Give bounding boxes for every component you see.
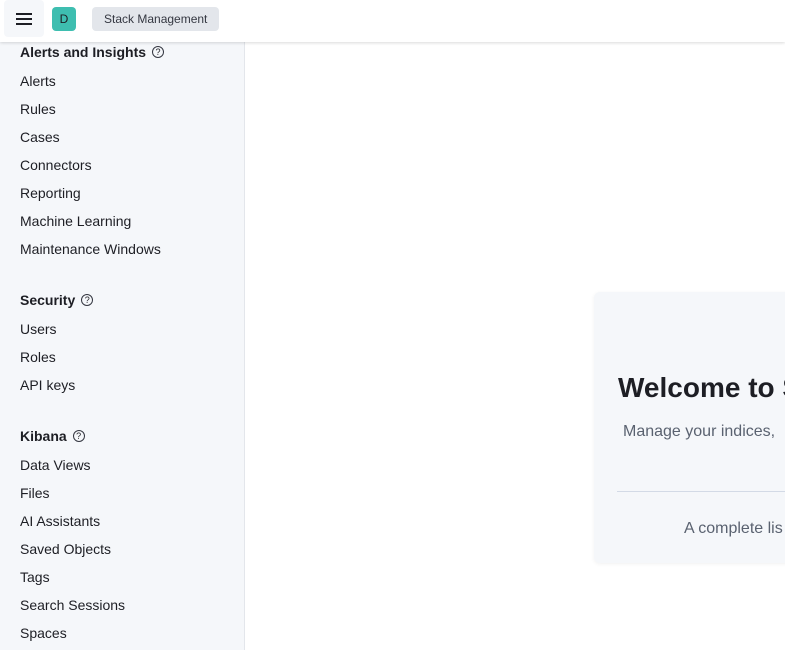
welcome-card: Welcome to S Manage your indices, A comp…: [594, 292, 785, 563]
group-title-alerts-insights: Alerts and Insights?: [20, 44, 165, 60]
sidebar-item-files[interactable]: Files: [20, 485, 50, 501]
sidebar-item-roles[interactable]: Roles: [20, 349, 56, 365]
sidebar-item-data-views[interactable]: Data Views: [20, 457, 91, 473]
space-avatar[interactable]: D: [52, 7, 76, 31]
group-title-security: Security?: [20, 292, 94, 308]
sidebar-item-cases[interactable]: Cases: [20, 129, 60, 145]
welcome-footer-text: A complete lis: [684, 520, 783, 537]
help-icon[interactable]: ?: [152, 46, 165, 58]
sidebar-item-saved-objects[interactable]: Saved Objects: [20, 541, 111, 557]
sidebar-item-alerts[interactable]: Alerts: [20, 73, 56, 89]
sidebar-item-rules[interactable]: Rules: [20, 101, 56, 117]
sidebar-item-maintenance-windows[interactable]: Maintenance Windows: [20, 241, 161, 257]
top-header: D Stack Management: [0, 0, 785, 42]
sidebar-item-users[interactable]: Users: [20, 321, 57, 337]
group-label: Kibana: [20, 428, 67, 444]
group-label: Alerts and Insights: [20, 44, 147, 60]
sidebar-item-tags[interactable]: Tags: [20, 569, 50, 585]
help-icon[interactable]: ?: [72, 430, 85, 442]
sidebar-item-ai-assistants[interactable]: AI Assistants: [20, 513, 100, 529]
welcome-subtitle: Manage your indices,: [623, 423, 776, 440]
menu-toggle-button[interactable]: [4, 0, 44, 37]
sidebar-item-search-sessions[interactable]: Search Sessions: [20, 597, 125, 613]
sidebar-item-reporting[interactable]: Reporting: [20, 185, 81, 201]
help-icon[interactable]: ?: [81, 294, 94, 306]
group-label: Security: [20, 292, 76, 308]
sidebar-item-machine-learning[interactable]: Machine Learning: [20, 213, 131, 229]
sidebar-item-spaces[interactable]: Spaces: [20, 625, 67, 641]
sidebar-item-connectors[interactable]: Connectors: [20, 157, 92, 173]
breadcrumb-stack-management[interactable]: Stack Management: [92, 7, 220, 31]
hamburger-icon: [16, 17, 32, 20]
welcome-title: Welcome to S: [618, 372, 785, 403]
sidebar-item-api-keys[interactable]: API keys: [20, 377, 75, 393]
group-title-kibana: Kibana?: [20, 428, 85, 444]
sidebar-nav: Alerts and Insights? Alerts Rules Cases …: [0, 42, 245, 650]
divider: [617, 491, 785, 492]
